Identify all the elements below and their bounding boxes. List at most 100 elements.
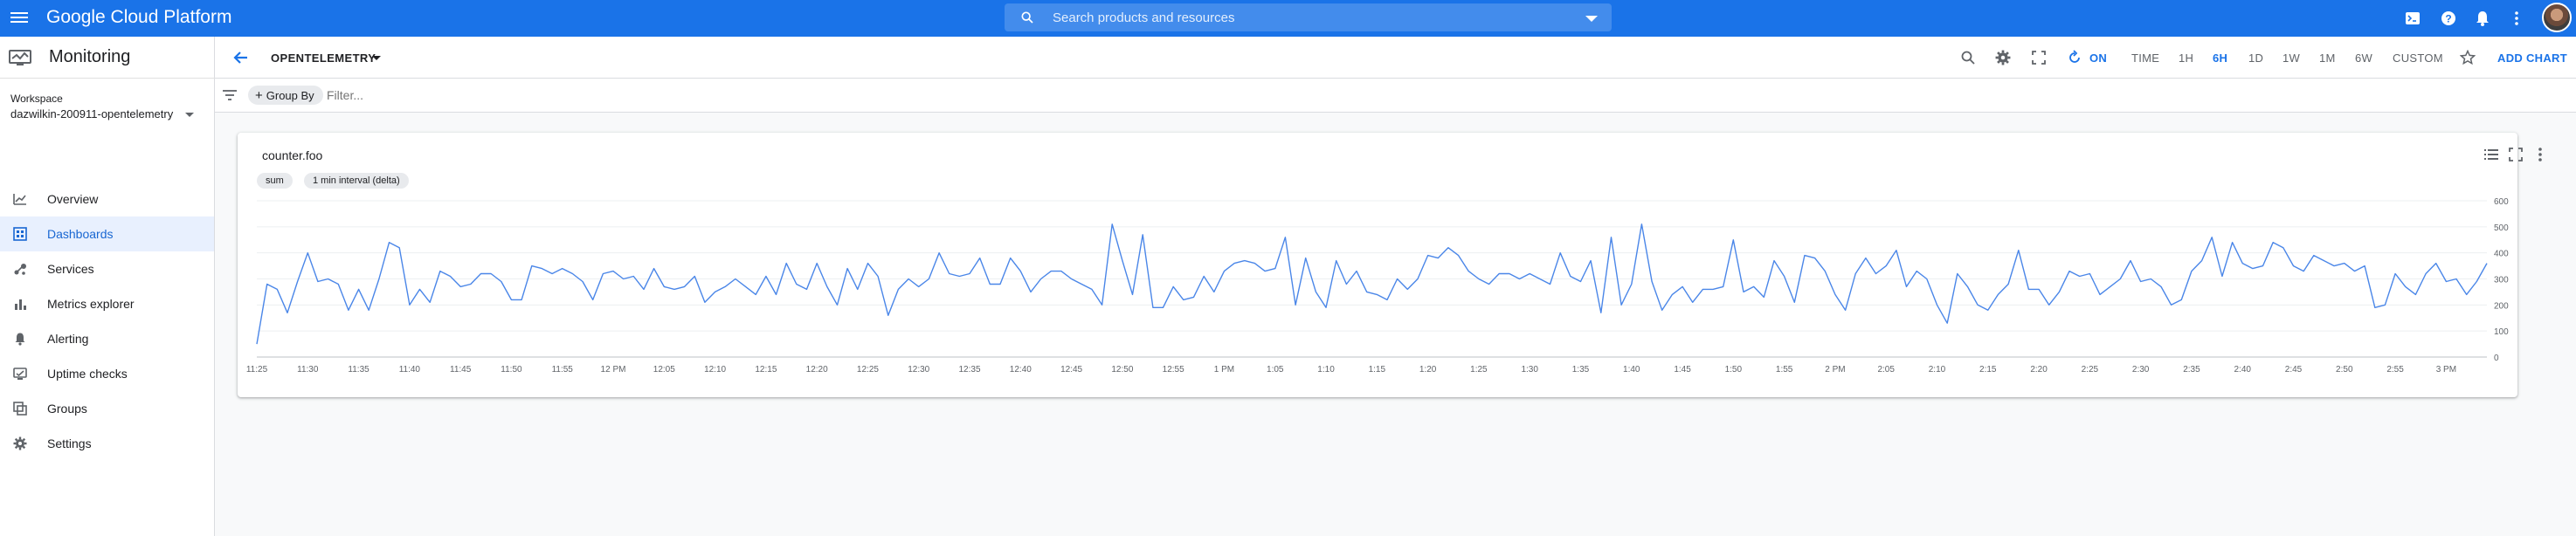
- y-tick-label: 400: [2494, 250, 2509, 259]
- filter-input[interactable]: [327, 86, 676, 104]
- range-6h[interactable]: 6H: [2213, 52, 2227, 65]
- help-icon[interactable]: ?: [2440, 10, 2457, 27]
- x-tick-label: 2:10: [1929, 365, 1946, 375]
- range-custom[interactable]: CUSTOM: [2393, 52, 2443, 65]
- x-tick-label: 12:20: [806, 365, 828, 375]
- uptime-icon: [13, 368, 27, 380]
- filter-list-icon[interactable]: [222, 88, 238, 102]
- x-tick-label: 1 PM: [1214, 365, 1234, 375]
- x-tick-label: 1:45: [1674, 365, 1691, 375]
- top-app-bar: Google Cloud Platform Search products an…: [0, 0, 2576, 37]
- sidebar-item-settings[interactable]: Settings: [0, 426, 214, 461]
- sidebar-item-alerting[interactable]: Alerting: [0, 321, 214, 356]
- x-tick-label: 2:45: [2285, 365, 2303, 375]
- groups-icon: [13, 402, 27, 416]
- x-tick-label: 2:05: [1877, 365, 1895, 375]
- back-arrow-icon[interactable]: [232, 49, 250, 66]
- x-tick-label: 12:45: [1060, 365, 1082, 375]
- avatar[interactable]: [2542, 3, 2572, 32]
- y-tick-label: 300: [2494, 276, 2509, 285]
- sidebar-item-overview[interactable]: Overview: [0, 182, 214, 216]
- y-tick-label: 100: [2494, 327, 2509, 337]
- x-tick-label: 2:35: [2183, 365, 2200, 375]
- more-vert-icon[interactable]: [2531, 146, 2549, 163]
- range-1m[interactable]: 1M: [2319, 52, 2336, 65]
- x-tick-label: 2:40: [2234, 365, 2251, 375]
- x-tick-label: 12:30: [908, 365, 929, 375]
- workspace-selector[interactable]: dazwilkin-200911-opentelemetry: [10, 107, 173, 120]
- group-by-label: Group By: [266, 88, 314, 102]
- dashboards-icon: [13, 227, 27, 241]
- line-chart: 0 100 200 300 400 500 600 11:25 11:30 11:35 11:40 1…: [246, 197, 2509, 375]
- search-icon[interactable]: [1960, 50, 1976, 65]
- filter-bar: + Group By: [215, 79, 2576, 113]
- series-line[interactable]: [256, 223, 2488, 345]
- x-tick-label: 1:40: [1623, 365, 1640, 375]
- dashboard-name[interactable]: OPENTELEMETRY: [271, 52, 376, 65]
- x-tick-label: 11:55: [552, 365, 574, 375]
- group-by-chip[interactable]: + Group By: [248, 86, 323, 105]
- sidebar-item-label: Settings: [47, 436, 92, 450]
- x-tick-label: 2:50: [2336, 365, 2353, 375]
- search-dropdown-icon[interactable]: [1585, 16, 1598, 22]
- x-tick-label: 11:45: [450, 365, 472, 375]
- x-tick-label: 11:50: [501, 365, 522, 375]
- gear-icon[interactable]: [1995, 50, 2011, 65]
- range-1w[interactable]: 1W: [2282, 52, 2300, 65]
- sidebar-item-label: Groups: [47, 402, 87, 416]
- range-1d[interactable]: 1D: [2248, 52, 2263, 65]
- range-1h[interactable]: 1H: [2179, 52, 2193, 65]
- cloud-shell-icon[interactable]: [2404, 10, 2421, 27]
- notifications-icon[interactable]: [2474, 10, 2491, 27]
- x-tick-label: 2:15: [1979, 365, 1997, 375]
- search-bar[interactable]: Search products and resources: [1005, 3, 1612, 31]
- workspace-label: Workspace: [10, 93, 63, 105]
- star-icon[interactable]: [2460, 50, 2476, 65]
- sidebar-item-dashboards[interactable]: Dashboards: [0, 216, 214, 251]
- x-tick-label: 2:55: [2386, 365, 2404, 375]
- app-brand[interactable]: Google Cloud Platform: [46, 7, 231, 28]
- x-tick-label: 12:40: [1010, 365, 1032, 375]
- sidebar-nav: Overview Dashboards Services Metrics exp…: [0, 182, 214, 461]
- sidebar-item-label: Alerting: [47, 332, 89, 346]
- y-tick-label: 600: [2494, 197, 2509, 207]
- y-tick-label: 0: [2494, 354, 2499, 363]
- workspace-dropdown-icon[interactable]: [185, 113, 194, 117]
- sidebar-item-label: Metrics explorer: [47, 297, 135, 311]
- monitoring-logo-icon: [9, 50, 31, 65]
- dashboard-dropdown-icon[interactable]: [372, 56, 381, 60]
- x-tick-label: 11:30: [297, 365, 319, 375]
- x-tick-label: 12:55: [1163, 365, 1184, 375]
- x-tick-label: 1:25: [1470, 365, 1488, 375]
- fullscreen-icon[interactable]: [2031, 50, 2047, 65]
- range-6w[interactable]: 6W: [2355, 52, 2372, 65]
- more-vert-icon[interactable]: [2508, 10, 2525, 27]
- x-tick-label: 2:25: [2082, 365, 2099, 375]
- y-tick-label: 200: [2494, 301, 2509, 311]
- x-tick-label: 2:20: [2030, 365, 2048, 375]
- sidebar-item-services[interactable]: Services: [0, 251, 214, 286]
- sidebar-item-metrics-explorer[interactable]: Metrics explorer: [0, 286, 214, 321]
- sidebar-item-uptime-checks[interactable]: Uptime checks: [0, 356, 214, 391]
- x-tick-label: 1:55: [1776, 365, 1793, 375]
- services-icon: [14, 264, 26, 275]
- x-tick-label: 11:25: [246, 365, 268, 375]
- x-tick-label: 1:05: [1267, 365, 1284, 375]
- auto-refresh-icon[interactable]: [2067, 50, 2082, 65]
- sidebar-item-label: Uptime checks: [47, 367, 128, 381]
- x-tick-label: 1:10: [1317, 365, 1335, 375]
- gear-icon: [13, 436, 27, 450]
- x-tick-label: 12:25: [857, 365, 879, 375]
- x-tick-label: 1:15: [1369, 365, 1386, 375]
- overview-icon: [13, 194, 26, 205]
- sidebar-header: Monitoring: [0, 37, 215, 79]
- add-chart-button[interactable]: ADD CHART: [2497, 52, 2567, 65]
- metrics-explorer-icon: [15, 299, 26, 310]
- x-tick-label: 12:10: [704, 365, 726, 375]
- x-tick-label: 1:35: [1572, 365, 1590, 375]
- auto-refresh-toggle[interactable]: ON: [2089, 52, 2107, 65]
- time-label: TIME: [2131, 52, 2160, 65]
- main-menu-icon[interactable]: [10, 10, 28, 27]
- x-tick-label: 12 PM: [601, 365, 626, 375]
- sidebar-item-groups[interactable]: Groups: [0, 391, 214, 426]
